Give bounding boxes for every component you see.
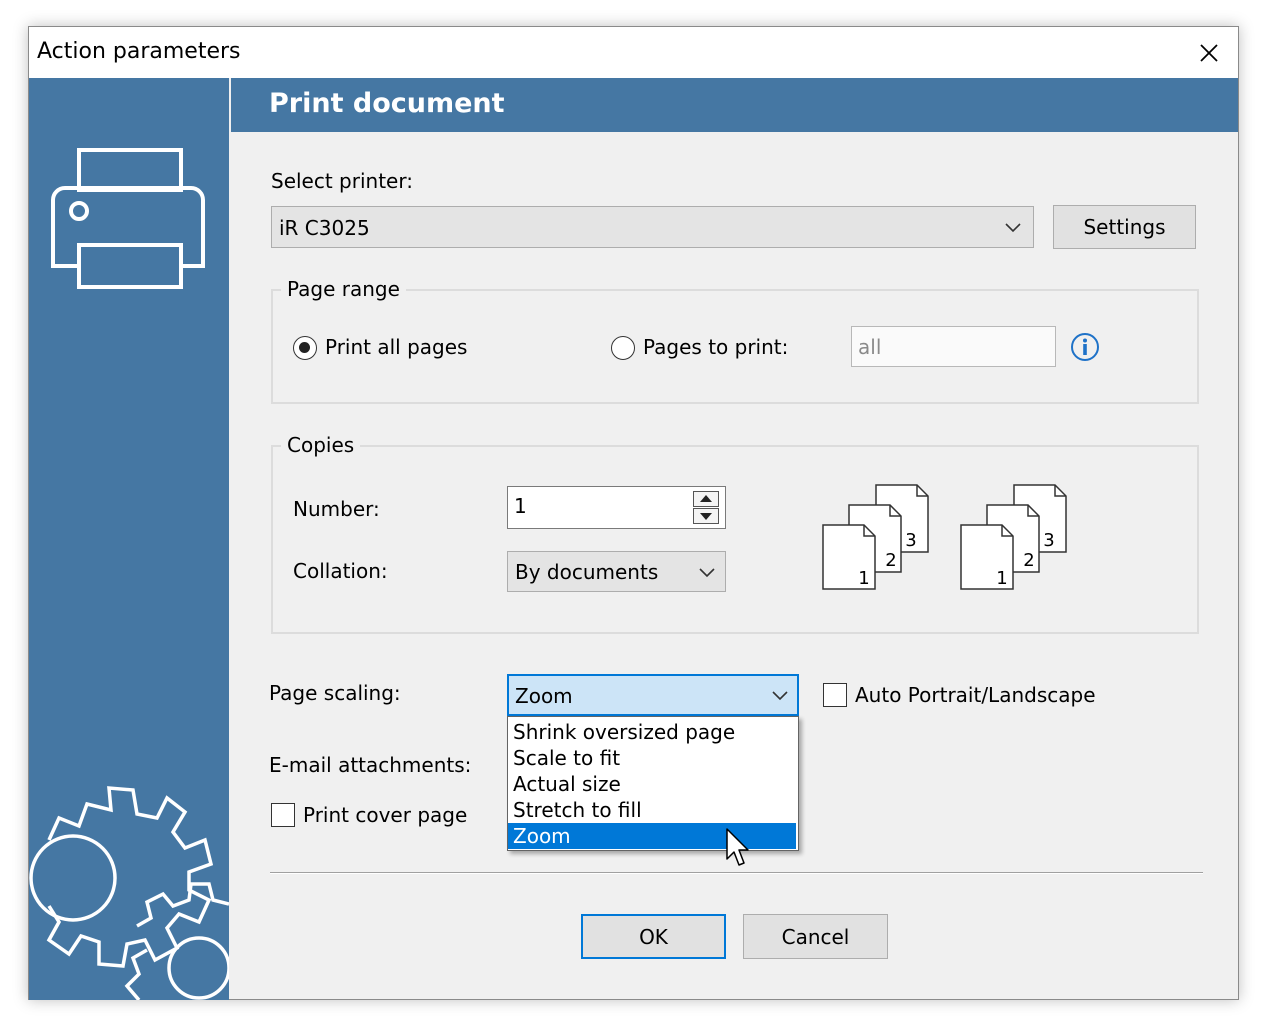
cancel-button[interactable]: Cancel [743,914,888,959]
spinner-arrows-icon[interactable] [693,491,719,524]
cursor-icon [726,828,749,866]
number-label: Number: [293,497,380,521]
gears-icon [29,786,229,1000]
pages-to-print-radio[interactable] [611,336,635,360]
printer-select-value: iR C3025 [279,216,370,240]
page-scaling-value: Zoom [515,684,573,708]
ok-button[interactable]: OK [581,914,726,959]
dialog-window: Action parameters Print document Select … [28,26,1239,1000]
collation-label: Collation: [293,559,388,583]
page-number-1: 1 [858,568,869,589]
info-icon[interactable] [1070,332,1100,362]
copies-number-value: 1 [514,494,527,518]
page-number-2: 2 [1023,550,1034,571]
page-number-3: 3 [1043,530,1054,551]
pages-to-print-value: all [858,335,882,359]
print-all-pages-label[interactable]: Print all pages [325,335,467,359]
close-button[interactable] [1187,31,1231,75]
collation-select[interactable]: By documents [507,551,726,592]
dropdown-option-actual-size[interactable]: Actual size [508,771,796,797]
select-printer-label: Select printer: [271,169,413,193]
sidebar [29,78,229,1000]
dropdown-option-shrink-oversized[interactable]: Shrink oversized page [508,719,796,745]
page-range-legend: Page range [281,277,406,301]
title-bar: Action parameters [29,27,1238,78]
chevron-down-icon [699,568,715,578]
close-icon [1200,44,1218,62]
printer-select[interactable]: iR C3025 [271,206,1034,248]
print-cover-page-checkbox[interactable] [271,803,295,827]
page-number-2: 2 [885,550,896,571]
print-all-pages-radio[interactable] [293,336,317,360]
header-band: Print document [231,78,1238,132]
page-title: Print document [269,88,505,119]
collate-icon: 3 2 1 [822,484,929,590]
dropdown-option-stretch-to-fill[interactable]: Stretch to fill [508,797,796,823]
printer-icon [51,148,205,289]
settings-button[interactable]: Settings [1053,205,1196,249]
page-number-1: 1 [996,568,1007,589]
window-title: Action parameters [37,39,241,64]
chevron-down-icon [1005,223,1021,233]
chevron-down-icon [772,691,788,701]
page-scaling-label: Page scaling: [269,681,401,705]
pages-to-print-label[interactable]: Pages to print: [643,335,788,359]
page-scaling-dropdown-list: Shrink oversized page Scale to fit Actua… [507,716,799,851]
copies-number-spinner[interactable]: 1 [507,486,726,529]
auto-portrait-landscape-label[interactable]: Auto Portrait/Landscape [855,683,1096,707]
divider-highlight [270,873,1203,874]
auto-portrait-landscape-checkbox[interactable] [823,683,847,707]
page-number-3: 3 [905,530,916,551]
copies-legend: Copies [281,433,361,457]
dropdown-option-zoom[interactable]: Zoom [508,823,796,849]
collation-select-value: By documents [515,560,659,584]
email-attachments-label: E-mail attachments: [269,753,472,777]
pages-to-print-input[interactable]: all [851,326,1056,367]
print-cover-page-label[interactable]: Print cover page [303,803,467,827]
radio-dot [299,342,310,353]
collate-icon: 3 2 1 [960,484,1067,590]
dropdown-option-scale-to-fit[interactable]: Scale to fit [508,745,796,771]
page-scaling-select[interactable]: Zoom [507,674,799,716]
